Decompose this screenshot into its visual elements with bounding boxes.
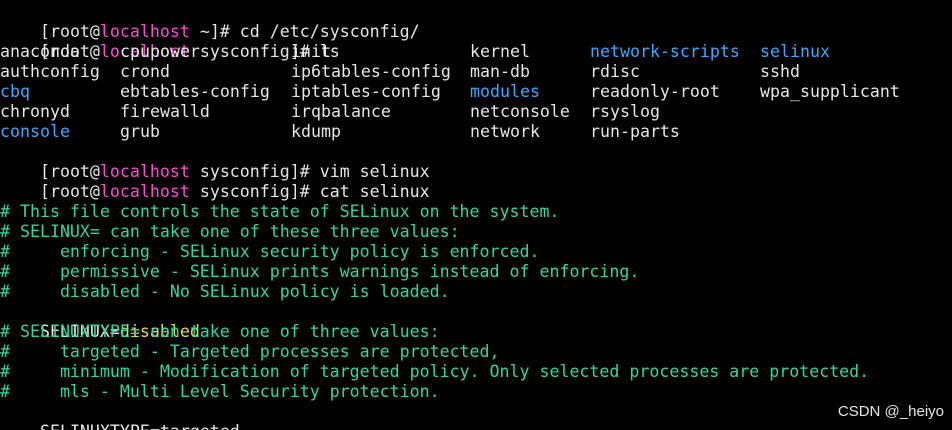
file-comment: # minimum - Modification of targeted pol… — [0, 362, 870, 381]
ls-entry: grub — [120, 122, 160, 141]
selinuxtype-setting: SELINUXTYPE=targeted — [0, 402, 240, 430]
watermark: CSDN @_heiyo — [837, 403, 944, 420]
ls-entry: ip6tables-config — [291, 62, 451, 81]
ls-entry: rdisc — [590, 62, 640, 81]
ls-entry: man-db — [470, 62, 530, 81]
ls-entry: wpa_supplicant — [760, 82, 900, 101]
prompt-line-ls: [root@localhost sysconfig]# ls — [0, 22, 340, 61]
ls-entry: kernel — [470, 42, 530, 61]
file-comment: # disabled - No SELinux policy is loaded… — [0, 282, 450, 301]
prompt-host: localhost — [99, 182, 190, 201]
ls-entry: crond — [120, 62, 170, 81]
ls-entry: chronyd — [0, 102, 70, 121]
ls-entry: iptables-config — [291, 82, 441, 101]
ls-entry-dir: console — [0, 122, 70, 141]
ls-entry: authconfig — [0, 62, 100, 81]
ls-entry: readonly-root — [590, 82, 720, 101]
ls-entry: anaconda — [0, 42, 80, 61]
prompt-line-cd: [root@localhost ~]# cd /etc/sysconfig/ — [0, 2, 420, 41]
ls-entry-dir: network-scripts — [590, 42, 740, 61]
terminal-window[interactable]: [root@localhost ~]# cd /etc/sysconfig/ [… — [0, 0, 952, 430]
file-comment: # enforcing - SELinux security policy is… — [0, 242, 540, 261]
ls-entry: kdump — [291, 122, 341, 141]
file-comment: # targeted - Targeted processes are prot… — [0, 342, 500, 361]
ls-entry-dir: selinux — [760, 42, 830, 61]
prompt-line-cat: [root@localhost sysconfig]# cat selinux — [0, 162, 430, 201]
ls-entry: ebtables-config — [120, 82, 270, 101]
ls-entry: cpupower — [120, 42, 200, 61]
ls-entry: init — [291, 42, 331, 61]
ls-entry: network — [470, 122, 540, 141]
prompt-command: sysconfig]# cat selinux — [189, 182, 430, 201]
ls-entry: firewalld — [120, 102, 210, 121]
ls-entry-dir: modules — [470, 82, 540, 101]
file-comment: # mls - Multi Level Security protection. — [0, 382, 440, 401]
selinux-setting: SELINUX=disabled — [0, 302, 200, 341]
prompt-user: [root@ — [39, 182, 100, 201]
ls-entry-dir: cbq — [0, 82, 30, 101]
setting-key: SELINUXTYPE= — [40, 422, 160, 430]
setting-value: targeted — [160, 422, 240, 430]
ls-entry: rsyslog — [590, 102, 660, 121]
prompt-line-vim: [root@localhost sysconfig]# vim selinux — [0, 142, 430, 181]
ls-entry: netconsole — [470, 102, 570, 121]
ls-entry: run-parts — [590, 122, 680, 141]
ls-entry: irqbalance — [291, 102, 391, 121]
file-comment: # SELINUXTYPE= can take one of three val… — [0, 322, 440, 341]
file-comment: # permissive - SELinux prints warnings i… — [0, 262, 640, 281]
ls-entry: sshd — [760, 62, 800, 81]
file-comment: # This file controls the state of SELinu… — [0, 202, 560, 221]
file-comment: # SELINUX= can take one of these three v… — [0, 222, 460, 241]
